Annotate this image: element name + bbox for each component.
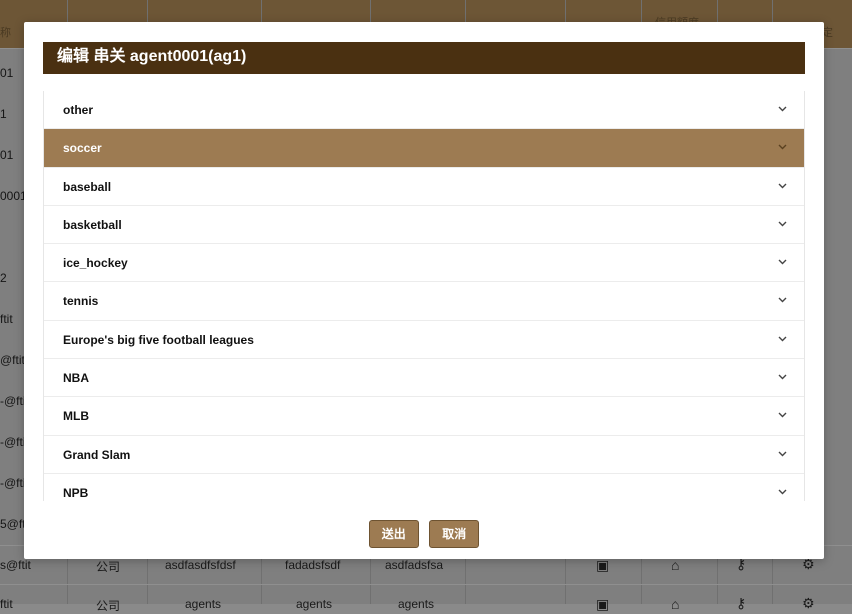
accordion-item-label: NPB — [63, 485, 89, 500]
accordion-item-label: ice_hockey — [63, 256, 128, 271]
accordion-item[interactable]: NPB — [44, 473, 804, 501]
accordion-item-label: other — [63, 103, 93, 117]
chevron-down-icon[interactable] — [778, 259, 787, 267]
bank-icon[interactable]: ⌂ — [671, 596, 679, 612]
accordion-item[interactable]: MLB — [44, 397, 804, 436]
submit-button[interactable]: 送出 — [368, 520, 419, 548]
accordion-item-label: MLB — [63, 409, 89, 424]
chevron-down-icon[interactable] — [778, 412, 787, 420]
accordion-item-label: baseball — [63, 179, 112, 194]
chevron-down-icon[interactable] — [778, 336, 787, 344]
accordion-item-label: soccer — [63, 141, 102, 156]
accordion-item[interactable]: tennis — [44, 282, 804, 321]
table-cell: ftit — [0, 597, 13, 611]
dialog-title: 编辑 串关 agent0001(ag1) — [43, 42, 805, 74]
table-cell: asdfasdfsfdsf — [165, 558, 236, 572]
accordion-item[interactable]: other — [44, 91, 804, 130]
sport-accordion-list[interactable]: other soccer baseball basketball ice_hockeyt… — [43, 91, 805, 501]
table-cell: 0001 — [0, 189, 27, 203]
accordion-item[interactable]: basketball — [44, 205, 804, 245]
accordion-item-label: Grand Slam — [63, 447, 131, 462]
table-cell: 01 — [0, 148, 14, 162]
edit-parlay-dialog: 编辑 串关 agent0001(ag1) other soccer baseball… — [24, 22, 824, 559]
table-cell: agents — [398, 597, 435, 611]
accordion-item[interactable]: Europe's big five football leagues — [44, 320, 804, 360]
accordion-item-label: tennis — [63, 294, 99, 309]
table-cell: agents — [185, 597, 222, 611]
table-cell: 01 — [0, 66, 14, 80]
chevron-down-icon[interactable] — [778, 221, 787, 229]
chevron-down-icon[interactable] — [778, 106, 787, 114]
chevron-down-icon[interactable] — [778, 451, 787, 459]
header-cell-name: 称 — [0, 27, 11, 39]
accordion-item[interactable]: baseball — [44, 167, 804, 206]
badge-icon[interactable]: ▣ — [596, 596, 609, 613]
chevron-down-icon[interactable] — [778, 297, 787, 305]
accordion-item[interactable]: NBA — [44, 359, 804, 398]
table-cell: asdfadsfsa — [385, 558, 444, 572]
chevron-down-icon[interactable] — [778, 183, 787, 191]
accordion-item[interactable]: Grand Slam — [44, 435, 804, 474]
accordion-item[interactable]: ice_hockey — [44, 244, 804, 283]
chevron-down-icon[interactable] — [778, 489, 787, 497]
table-cell-type: 公司 — [96, 560, 121, 574]
cancel-button[interactable]: 取消 — [429, 520, 480, 548]
badge-icon[interactable]: ▣ — [596, 557, 609, 574]
table-cell: s@ftit — [0, 558, 31, 572]
accordion-item-label: NBA — [63, 371, 89, 386]
accordion-item-label: Europe's big five football leagues — [63, 332, 254, 347]
table-cell-type: 公司 — [96, 599, 121, 613]
dialog-footer: 送出 取消 — [24, 520, 824, 548]
accordion-item-label: basketball — [63, 217, 122, 232]
accordion-item[interactable]: soccer — [44, 129, 804, 168]
table-cell: ftit — [0, 312, 13, 326]
chevron-down-icon[interactable] — [778, 374, 787, 382]
chevron-down-icon[interactable] — [778, 144, 787, 152]
table-cell: 1 — [0, 107, 7, 121]
table-cell: @ftit — [0, 353, 25, 367]
table-cell: 2 — [0, 271, 7, 285]
table-cell: agents — [296, 597, 333, 611]
bank-icon[interactable]: ⌂ — [671, 557, 679, 573]
table-cell: fadadsfsdf — [285, 558, 341, 572]
